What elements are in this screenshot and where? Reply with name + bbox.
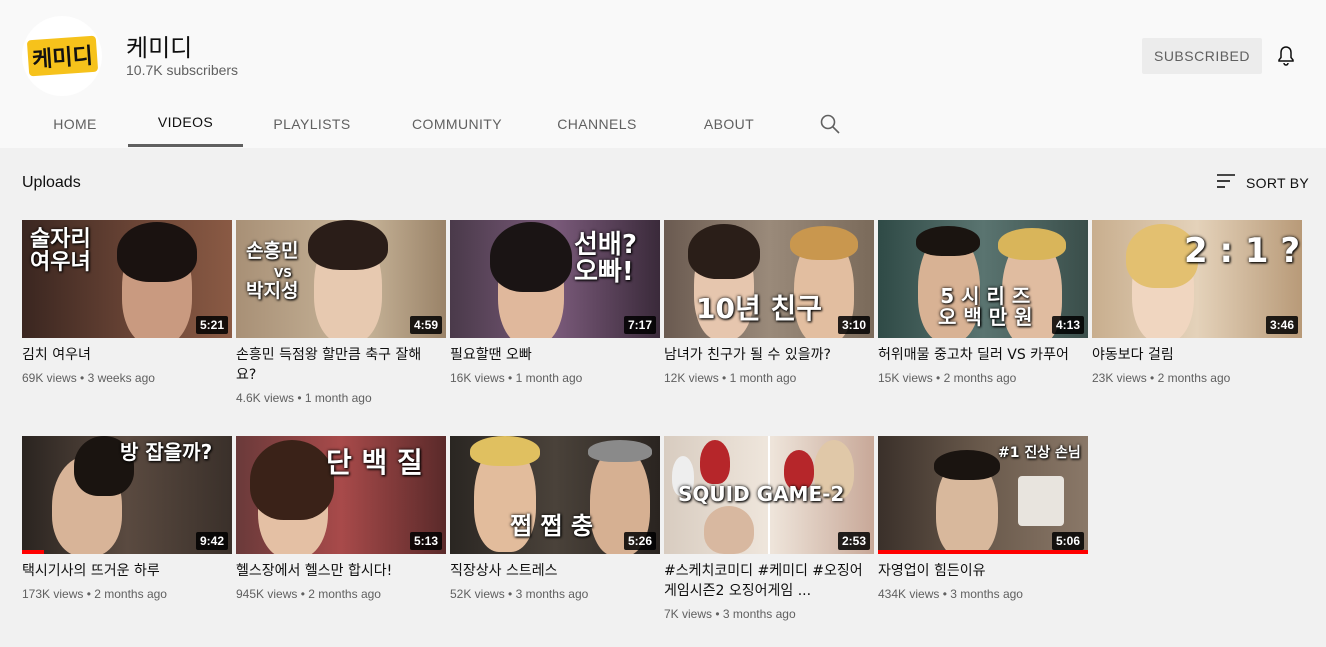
tab-playlists[interactable]: PLAYLISTS: [243, 100, 381, 147]
upload-age: 2 months ago: [94, 587, 167, 601]
video-thumbnail[interactable]: 술자리 여우녀 5:21: [22, 220, 232, 338]
video-thumbnail[interactable]: 선배? 오빠! 7:17: [450, 220, 660, 338]
video-card: SQUID GAME-2 2:53 #스케치코미디 #케미디 #오징어게임시즌2…: [664, 436, 874, 621]
channel-avatar[interactable]: 케미디: [22, 16, 102, 96]
video-card: #1 진상 손님 5:06 자영업이 힘든이유 434K views • 3 m…: [878, 436, 1088, 601]
video-card: 2 : 1 ? 3:46 야동보다 걸림 23K views • 2 month…: [1092, 220, 1302, 385]
upload-age: 3 months ago: [722, 607, 796, 621]
video-title[interactable]: 허위매물 중고차 딜러 VS 카푸어: [878, 345, 1088, 365]
view-count: 16K views: [450, 371, 505, 385]
section-title: Uploads: [22, 174, 81, 191]
upload-age: 1 month ago: [304, 391, 372, 405]
video-title[interactable]: 필요할땐 오빠: [450, 345, 660, 365]
upload-age: 3 weeks ago: [87, 371, 155, 385]
watch-progress-bar: [878, 550, 1088, 554]
video-meta: 434K views • 3 months ago: [878, 587, 1023, 601]
avatar-logo-text: 케미디: [26, 35, 98, 77]
video-card: 선배? 오빠! 7:17 필요할땐 오빠 16K views • 1 month …: [450, 220, 660, 385]
video-thumbnail[interactable]: 10년 친구 3:10: [664, 220, 874, 338]
view-count: 52K views: [450, 587, 505, 601]
view-count: 4.6K views: [236, 391, 295, 405]
channel-name: 케미디: [126, 34, 193, 62]
video-thumbnail[interactable]: 쩝 쩝 충 5:26: [450, 436, 660, 554]
video-meta: 4.6K views • 1 month ago: [236, 391, 372, 405]
video-thumbnail[interactable]: 2 : 1 ? 3:46: [1092, 220, 1302, 338]
watch-progress-bar: [22, 550, 44, 554]
video-title[interactable]: #스케치코미디 #케미디 #오징어게임시즌2 오징어게임 ...: [664, 561, 874, 601]
upload-age: 2 months ago: [308, 587, 381, 601]
video-thumbnail[interactable]: #1 진상 손님 5:06: [878, 436, 1088, 554]
tab-home[interactable]: HOME: [22, 100, 128, 147]
video-duration: 5:26: [623, 532, 656, 550]
video-duration: 5:06: [1051, 532, 1084, 550]
video-card: 10년 친구 3:10 남녀가 친구가 될 수 있을까? 12K views •…: [664, 220, 874, 385]
view-count: 23K views: [1092, 371, 1147, 385]
sort-by-button[interactable]: SORT BY: [1216, 172, 1309, 194]
video-card: 손흥민 VS 박지성 4:59 손흥민 득점왕 할만큼 축구 잘해요? 4.6K v…: [236, 220, 446, 405]
video-title[interactable]: 남녀가 친구가 될 수 있을까?: [664, 345, 874, 365]
video-meta: 15K views • 2 months ago: [878, 371, 1017, 385]
sort-icon: [1216, 173, 1236, 194]
video-title[interactable]: 자영업이 힘든이유: [878, 561, 1088, 581]
tab-videos[interactable]: VIDEOS: [128, 100, 243, 147]
tab-about[interactable]: ABOUT: [661, 100, 797, 147]
view-count: 69K views: [22, 371, 77, 385]
subscriber-count: 10.7K subscribers: [126, 62, 239, 78]
video-meta: 7K views • 3 months ago: [664, 607, 796, 621]
video-duration: 2:53: [837, 532, 870, 550]
video-thumbnail[interactable]: 단 백 질 5:13: [236, 436, 446, 554]
video-card: 방 잡을까? 9:42 택시기사의 뜨거운 하루 173K views • 2 …: [22, 436, 232, 601]
video-thumbnail[interactable]: SQUID GAME-2 2:53: [664, 436, 874, 554]
video-meta: 12K views • 1 month ago: [664, 371, 797, 385]
video-card: 술자리 여우녀 5:21 김치 여우녀 69K views • 3 weeks a…: [22, 220, 232, 385]
video-title[interactable]: 손흥민 득점왕 할만큼 축구 잘해요?: [236, 345, 446, 385]
video-duration: 9:42: [195, 532, 228, 550]
video-title[interactable]: 김치 여우녀: [22, 345, 232, 365]
video-card: 5 시 리 즈오 백 만 원 4:13 허위매물 중고차 딜러 VS 카푸어 1…: [878, 220, 1088, 385]
video-duration: 5:21: [195, 316, 228, 334]
video-title[interactable]: 직장상사 스트레스: [450, 561, 660, 581]
tab-community[interactable]: COMMUNITY: [381, 100, 533, 147]
view-count: 173K views: [22, 587, 84, 601]
video-meta: 945K views • 2 months ago: [236, 587, 381, 601]
video-meta: 23K views • 2 months ago: [1092, 371, 1231, 385]
video-meta: 52K views • 3 months ago: [450, 587, 589, 601]
upload-age: 1 month ago: [729, 371, 797, 385]
video-duration: 7:17: [623, 316, 656, 334]
video-thumbnail[interactable]: 방 잡을까? 9:42: [22, 436, 232, 554]
video-card: 쩝 쩝 충 5:26 직장상사 스트레스 52K views • 3 month…: [450, 436, 660, 601]
channel-header: 케미디 케미디 10.7K subscribers SUBSCRIBED HOM…: [0, 0, 1326, 148]
video-duration: 5:13: [409, 532, 442, 550]
notification-bell-icon[interactable]: [1274, 44, 1298, 68]
upload-age: 1 month ago: [515, 371, 583, 385]
view-count: 434K views: [878, 587, 940, 601]
video-title[interactable]: 헬스장에서 헬스만 합시다!: [236, 561, 446, 581]
view-count: 12K views: [664, 371, 719, 385]
video-duration: 4:59: [409, 316, 442, 334]
video-title[interactable]: 택시기사의 뜨거운 하루: [22, 561, 232, 581]
video-thumbnail[interactable]: 5 시 리 즈오 백 만 원 4:13: [878, 220, 1088, 338]
view-count: 15K views: [878, 371, 933, 385]
search-icon[interactable]: [818, 112, 842, 136]
video-duration: 3:10: [837, 316, 870, 334]
video-thumbnail[interactable]: 손흥민 VS 박지성 4:59: [236, 220, 446, 338]
video-duration: 4:13: [1051, 316, 1084, 334]
upload-age: 3 months ago: [515, 587, 589, 601]
upload-age: 3 months ago: [950, 587, 1023, 601]
view-count: 945K views: [236, 587, 298, 601]
subscribed-button[interactable]: SUBSCRIBED: [1142, 38, 1262, 74]
tab-channels[interactable]: CHANNELS: [533, 100, 661, 147]
video-meta: 16K views • 1 month ago: [450, 371, 583, 385]
sort-by-label: SORT BY: [1246, 175, 1310, 191]
video-card: 단 백 질 5:13 헬스장에서 헬스만 합시다! 945K views • 2…: [236, 436, 446, 601]
view-count: 7K views: [664, 607, 713, 621]
video-duration: 3:46: [1265, 316, 1298, 334]
video-title[interactable]: 야동보다 걸림: [1092, 345, 1302, 365]
upload-age: 2 months ago: [943, 371, 1017, 385]
video-meta: 69K views • 3 weeks ago: [22, 371, 155, 385]
upload-age: 2 months ago: [1157, 371, 1231, 385]
video-meta: 173K views • 2 months ago: [22, 587, 167, 601]
